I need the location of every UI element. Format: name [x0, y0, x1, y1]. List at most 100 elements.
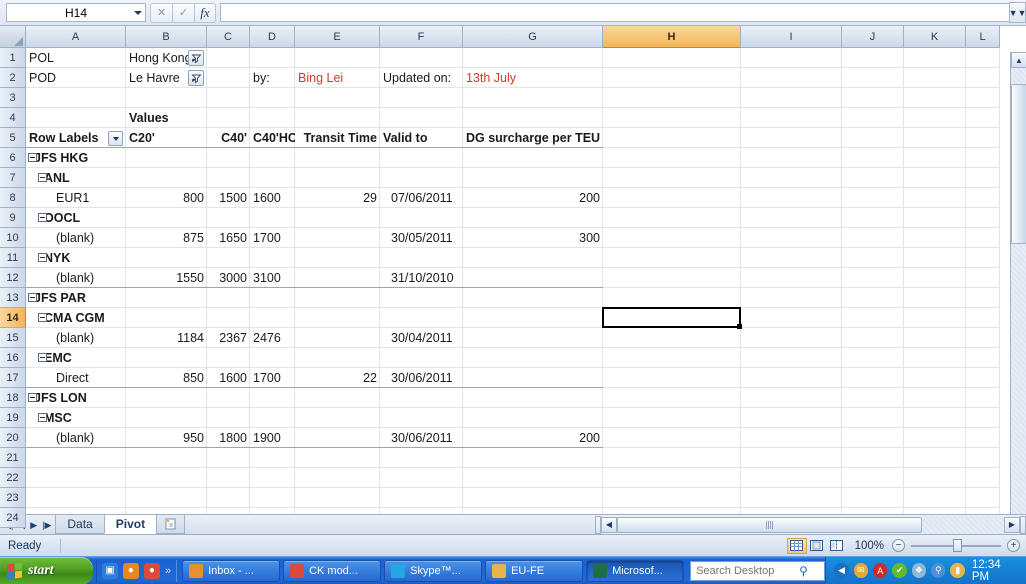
pivot-cell-valid-to[interactable]: 30/06/2011 — [388, 428, 471, 448]
row-header-11[interactable]: 11 — [0, 248, 26, 268]
sheet-tab-pivot[interactable]: Pivot — [103, 515, 158, 534]
name-box[interactable]: H14 — [6, 3, 146, 22]
pivot-row-label[interactable]: JFS LON — [26, 388, 126, 408]
cell-by-label[interactable]: by: — [250, 68, 295, 88]
pivot-cell-dg-surcharge[interactable]: 200 — [463, 188, 603, 208]
taskbar-button[interactable]: EU-FE — [485, 559, 584, 582]
zoom-slider-handle[interactable] — [953, 538, 962, 552]
row-header-16[interactable]: 16 — [0, 348, 26, 368]
row-header-9[interactable]: 9 — [0, 208, 26, 228]
row-header-7[interactable]: 7 — [0, 168, 26, 188]
row-header-21[interactable]: 21 — [0, 448, 26, 468]
pivot-cell-valid-to[interactable]: 30/04/2011 — [388, 328, 471, 348]
desktop-search-box[interactable]: ⚲ — [690, 560, 826, 581]
column-header-l[interactable]: L — [966, 26, 1000, 48]
pivot-row-label[interactable]: EUR1 — [26, 188, 126, 208]
zoom-in-icon[interactable]: + — [1007, 539, 1020, 552]
pivot-cell-valid-to[interactable]: 07/06/2011 — [388, 188, 471, 208]
pivot-cell-c20[interactable]: 950 — [126, 428, 207, 448]
row-header-4[interactable]: 4 — [0, 108, 26, 128]
cell-updated-value[interactable]: 13th July — [463, 68, 603, 88]
collapse-minus-icon[interactable] — [38, 313, 47, 322]
pivot-cell-c40[interactable]: 1500 — [207, 188, 250, 208]
row-header-8[interactable]: 8 — [0, 188, 26, 208]
quick-launch-more-icon[interactable]: » — [165, 565, 171, 577]
scroll-up-icon[interactable]: ▲ — [1011, 52, 1026, 68]
search-tray-icon[interactable]: ⚲ — [931, 563, 946, 578]
row-header-20[interactable]: 20 — [0, 428, 26, 448]
page-break-view-icon[interactable] — [827, 538, 847, 554]
horizontal-scroll-track[interactable] — [922, 515, 1004, 534]
taskbar-button[interactable]: Microsof... — [586, 559, 685, 582]
row-header-18[interactable]: 18 — [0, 388, 26, 408]
chrome-icon[interactable]: ● — [143, 562, 160, 579]
pivot-cell-c40[interactable]: 1650 — [207, 228, 250, 248]
pivot-cell-transit-time[interactable]: 29 — [295, 188, 380, 208]
filter-icon[interactable] — [188, 70, 204, 86]
taskbar-button[interactable]: Inbox - ... — [182, 559, 281, 582]
column-header-e[interactable]: E — [295, 26, 380, 48]
search-input[interactable] — [691, 564, 800, 577]
insert-function-icon[interactable]: fx — [194, 2, 216, 23]
cell-c20-header[interactable]: C20' — [126, 128, 207, 148]
column-header-k[interactable]: K — [904, 26, 966, 48]
row-labels-filter-icon[interactable] — [108, 131, 123, 146]
next-sheet-icon[interactable]: ▶ — [30, 520, 37, 530]
row-header-23[interactable]: 23 — [0, 488, 26, 508]
horizontal-scroll-thumb[interactable] — [617, 516, 922, 533]
antivirus-tray-icon[interactable]: ✔ — [892, 563, 907, 578]
horizontal-scrollbar[interactable]: ◀ ▶ — [595, 514, 1026, 534]
show-desktop-icon[interactable]: ▣ — [101, 562, 118, 579]
pivot-cell-c40hc[interactable]: 3100 — [250, 268, 283, 288]
pivot-row-label[interactable]: (blank) — [26, 228, 126, 248]
pivot-row-label[interactable]: JFS PAR — [26, 288, 126, 308]
row-header-5[interactable]: 5 — [0, 128, 26, 148]
normal-view-icon[interactable] — [786, 537, 807, 554]
pivot-row-label[interactable]: Direct — [26, 368, 126, 388]
taskbar-button[interactable]: Skype™... — [384, 559, 483, 582]
page-layout-view-icon[interactable] — [807, 538, 827, 554]
pivot-cell-c40[interactable]: 1600 — [207, 368, 250, 388]
row-header-10[interactable]: 10 — [0, 228, 26, 248]
pivot-cell-transit-time[interactable]: 22 — [295, 368, 380, 388]
collapse-minus-icon[interactable] — [28, 153, 37, 162]
firefox-icon[interactable]: ● — [122, 562, 139, 579]
cell-dg-surcharge-header[interactable]: DG surcharge per TEU — [463, 128, 603, 148]
pivot-row-label[interactable]: (blank) — [26, 428, 126, 448]
pivot-cell-c20[interactable]: 850 — [126, 368, 207, 388]
cell-transit-time-header[interactable]: Transit Time — [295, 128, 380, 148]
pivot-row-label[interactable]: (blank) — [26, 328, 126, 348]
pivot-cell-c20[interactable]: 1184 — [126, 328, 207, 348]
enter-icon[interactable]: ✓ — [172, 2, 194, 23]
vertical-scroll-thumb[interactable] — [1011, 84, 1026, 244]
column-header-d[interactable]: D — [250, 26, 295, 48]
zoom-level[interactable]: 100% — [855, 540, 884, 552]
collapse-minus-icon[interactable] — [38, 253, 47, 262]
row-header-6[interactable]: 6 — [0, 148, 26, 168]
collapse-minus-icon[interactable] — [38, 413, 47, 422]
row-header-13[interactable]: 13 — [0, 288, 26, 308]
row-header-1[interactable]: 1 — [0, 48, 26, 68]
column-header-f[interactable]: F — [380, 26, 463, 48]
row-header-3[interactable]: 3 — [0, 88, 26, 108]
new-sheet-icon[interactable] — [156, 515, 186, 534]
scroll-right-icon[interactable]: ▶ — [1004, 516, 1020, 533]
show-hidden-icons[interactable]: ◀ — [834, 563, 849, 578]
cell-pol-label[interactable]: POL — [26, 48, 126, 68]
name-box-chevron-down-icon[interactable] — [134, 11, 142, 15]
acrobat-tray-icon[interactable]: A — [873, 563, 888, 578]
cancel-icon[interactable]: ✕ — [150, 2, 172, 23]
column-header-h[interactable]: H — [603, 26, 741, 48]
pivot-row-label[interactable]: (blank) — [26, 268, 126, 288]
start-button[interactable]: start — [0, 556, 93, 584]
pivot-cell-valid-to[interactable]: 31/10/2010 — [388, 268, 471, 288]
pivot-cell-c40hc[interactable]: 1600 — [250, 188, 283, 208]
zoom-out-icon[interactable]: − — [892, 539, 905, 552]
collapse-minus-icon[interactable] — [38, 353, 47, 362]
vertical-scrollbar[interactable]: ▲ ▼ — [1010, 52, 1026, 540]
column-header-a[interactable]: A — [26, 26, 126, 48]
select-all-corner[interactable] — [0, 26, 26, 48]
collapse-minus-icon[interactable] — [38, 213, 47, 222]
row-header-17[interactable]: 17 — [0, 368, 26, 388]
pivot-cell-c40[interactable]: 1800 — [207, 428, 250, 448]
